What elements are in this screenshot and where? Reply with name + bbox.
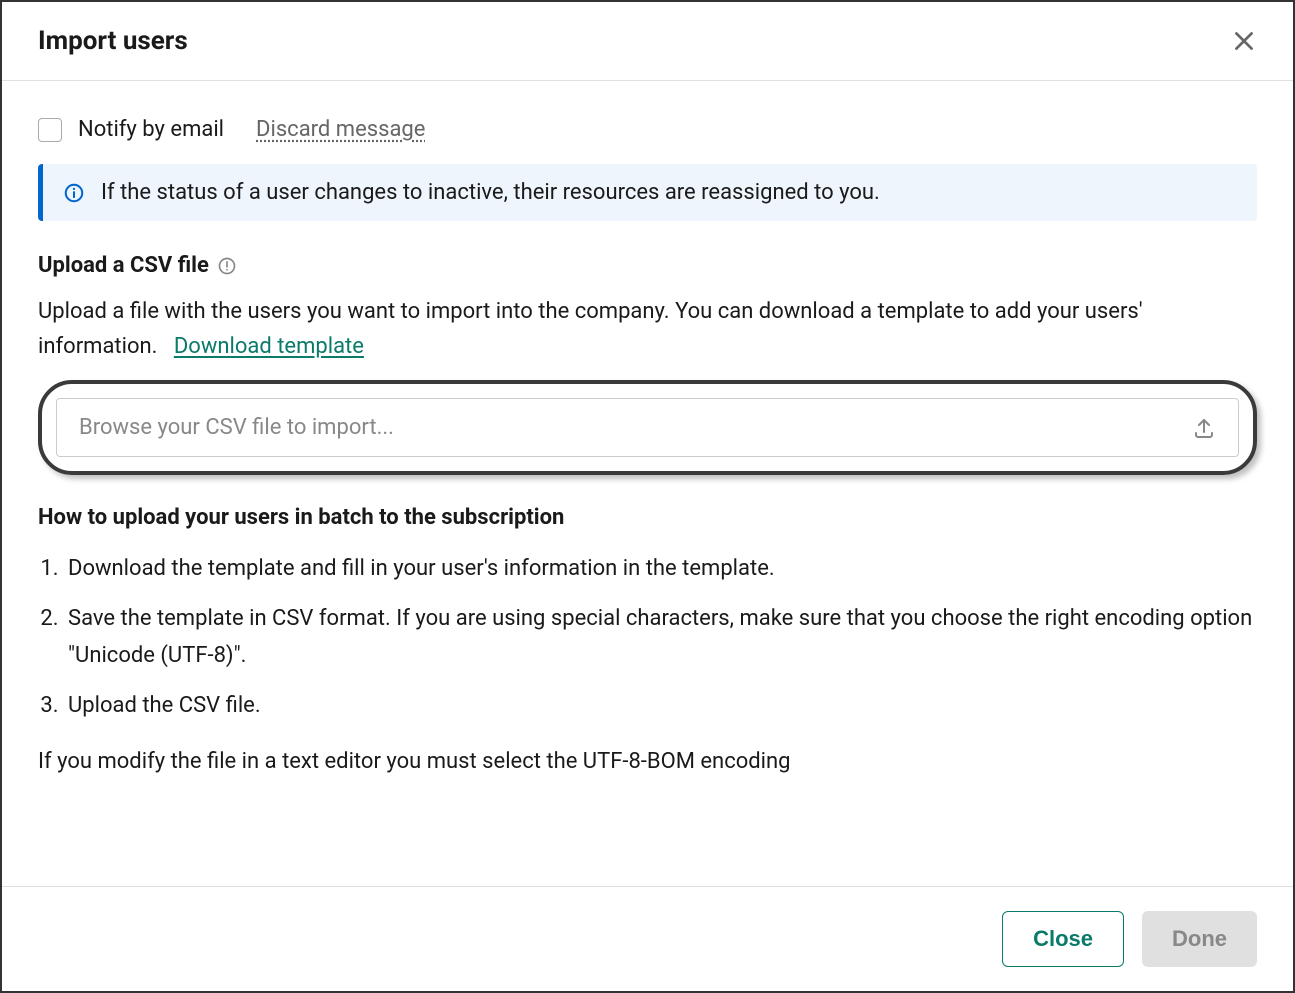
close-button[interactable]: Close: [1002, 911, 1124, 967]
upload-field-highlight: Browse your CSV file to import...: [38, 380, 1257, 475]
howto-note: If you modify the file in a text editor …: [38, 744, 1257, 779]
howto-step: Download the template and fill in your u…: [64, 550, 1257, 587]
dialog-footer: Close Done: [2, 886, 1293, 991]
notify-email-label: Notify by email: [78, 117, 224, 142]
notify-email-checkbox[interactable]: [38, 118, 62, 142]
info-banner-text: If the status of a user changes to inact…: [101, 180, 880, 205]
howto-steps-list: Download the template and fill in your u…: [38, 550, 1257, 724]
close-button[interactable]: [1231, 28, 1257, 54]
info-banner: If the status of a user changes to inact…: [38, 164, 1257, 221]
dialog-title: Import users: [38, 26, 188, 56]
upload-icon: [1192, 416, 1216, 440]
dialog-body: Notify by email Discard message If the s…: [2, 81, 1293, 799]
close-icon: [1231, 28, 1257, 54]
info-icon: [63, 182, 85, 204]
browse-csv-file-input[interactable]: Browse your CSV file to import...: [56, 398, 1239, 457]
howto-title: How to upload your users in batch to the…: [38, 505, 1257, 530]
done-button[interactable]: Done: [1142, 911, 1257, 967]
help-icon[interactable]: [217, 256, 237, 276]
browse-csv-placeholder: Browse your CSV file to import...: [79, 415, 394, 440]
dialog-header: Import users: [2, 2, 1293, 81]
notify-row: Notify by email Discard message: [38, 117, 1257, 142]
upload-section-title-row: Upload a CSV file: [38, 253, 1257, 278]
howto-step: Save the template in CSV format. If you …: [64, 600, 1257, 675]
download-template-link[interactable]: Download template: [174, 334, 364, 359]
upload-section-title: Upload a CSV file: [38, 253, 209, 278]
discard-message-link[interactable]: Discard message: [256, 117, 425, 142]
howto-step: Upload the CSV file.: [64, 687, 1257, 724]
upload-section-description: Upload a file with the users you want to…: [38, 294, 1257, 364]
